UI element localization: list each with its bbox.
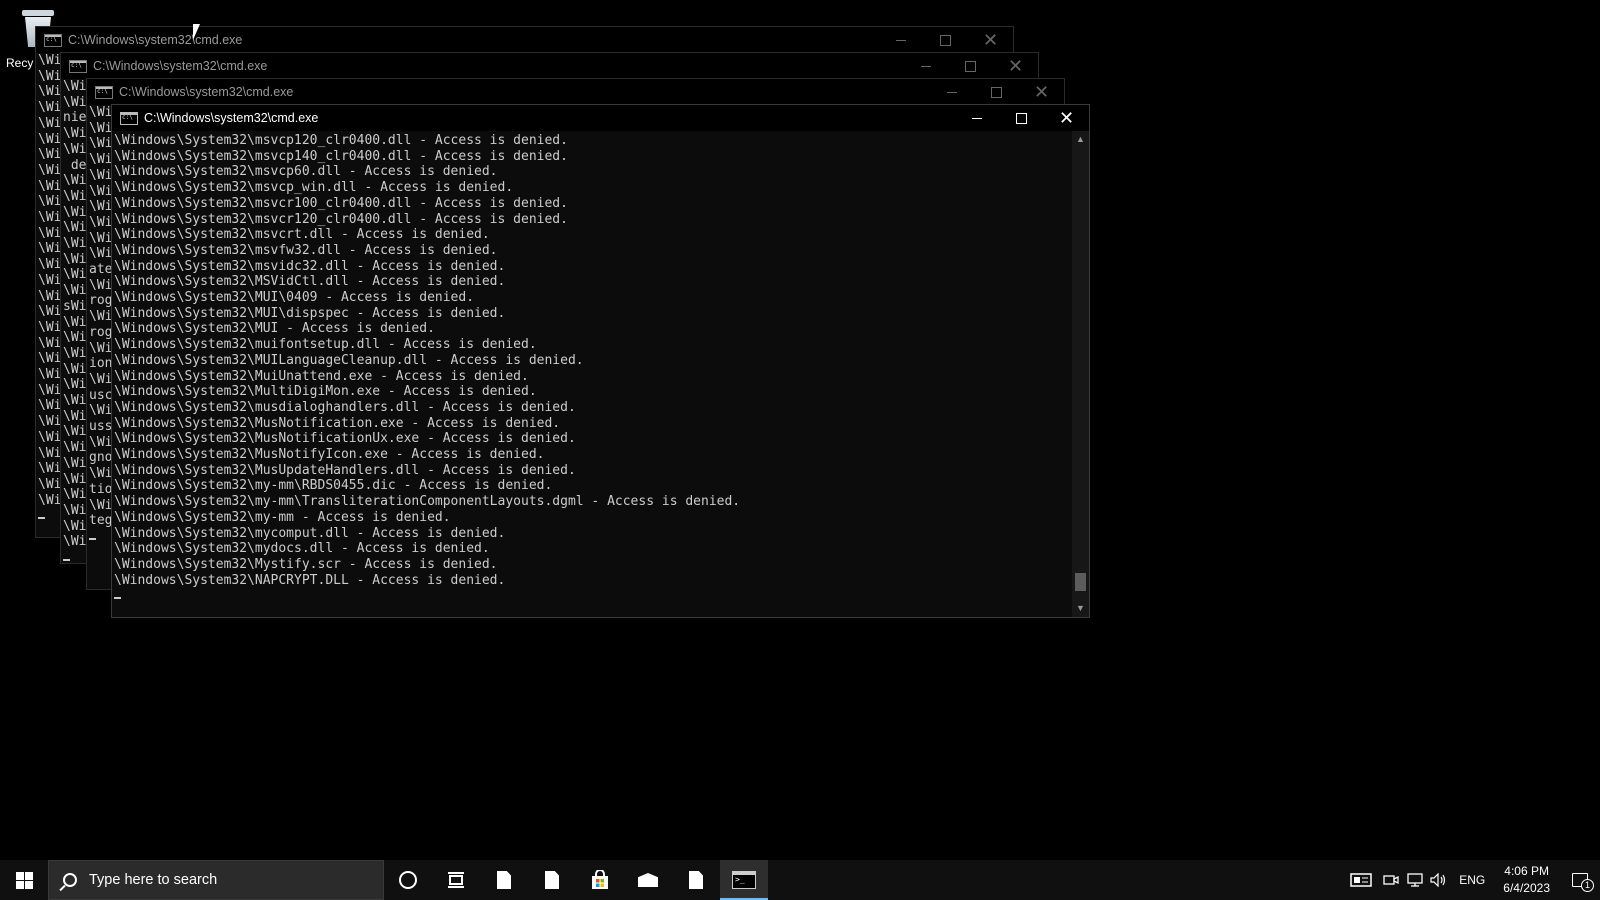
console-line: \Windows\System32\mycomput.dll - Access … xyxy=(114,525,506,541)
maximize-button[interactable] xyxy=(923,27,968,53)
search-icon xyxy=(63,873,77,887)
network-icon xyxy=(1407,873,1423,887)
console-line: \Windows\System32\MuiUnattend.exe - Acce… xyxy=(114,368,529,384)
console-line: \Windows\System32\muifontsetup.dll - Acc… xyxy=(114,337,537,353)
console-line: \Windows\System32\MusUpdateHandlers.dll … xyxy=(114,462,576,478)
console-line: \Windows\System32\my-mm - Access is deni… xyxy=(114,509,451,525)
taskbar-app-mail[interactable] xyxy=(624,860,672,900)
console-line: \Windows\System32\MusNotificationUx.exe … xyxy=(114,431,576,447)
maximize-button[interactable] xyxy=(999,105,1044,131)
mail-icon xyxy=(638,873,658,887)
start-button[interactable] xyxy=(0,860,48,900)
search-placeholder: Type here to search xyxy=(89,872,218,888)
cortana-icon xyxy=(399,871,417,889)
cortana-button[interactable] xyxy=(384,860,432,900)
file-icon xyxy=(689,871,703,889)
console-line: \Windows\System32\MUI\0409 - Access is d… xyxy=(114,290,475,306)
cmd-app-icon xyxy=(95,85,113,99)
console-line: \Windows\System32\msvcp120_clr0400.dll -… xyxy=(114,133,568,148)
title-bar[interactable]: C:\Windows\system32\cmd.exe ✕ xyxy=(87,79,1064,105)
console-line: \Windows\System32\NAPCRYPT.DLL - Access … xyxy=(114,572,506,588)
language-indicator[interactable]: ENG xyxy=(1451,873,1493,887)
system-tray: ENG 4:06 PM 6/4/2023 1 xyxy=(1343,860,1600,900)
console-line: \Windows\System32\MultiDigiMon.exe - Acc… xyxy=(114,384,537,400)
store-icon xyxy=(592,870,608,889)
minimize-button[interactable] xyxy=(954,105,999,131)
volume-button[interactable] xyxy=(1427,860,1451,900)
console-line: \Windows\System32\MUI\dispspec - Access … xyxy=(114,305,506,321)
taskbar-app-file-1[interactable] xyxy=(480,860,528,900)
taskbar-app-cmd[interactable] xyxy=(720,860,768,900)
clock[interactable]: 4:06 PM 6/4/2023 xyxy=(1493,863,1560,897)
task-view-icon xyxy=(448,872,464,888)
console-line: \Windows\System32\musdialoghandlers.dll … xyxy=(114,399,576,415)
title-bar[interactable]: C:\Windows\system32\cmd.exe ✕ xyxy=(36,27,1013,53)
scroll-up-arrow-icon[interactable]: ▲ xyxy=(1072,131,1089,148)
clock-time: 4:06 PM xyxy=(1504,864,1549,878)
mouse-pointer-icon xyxy=(193,24,200,40)
window-title: C:\Windows\system32\cmd.exe xyxy=(68,33,243,47)
console-output[interactable]: \Windows\System32\msvcp120_clr0400.dll -… xyxy=(112,131,1072,617)
console-line: \Windows\System32\mydocs.dll - Access is… xyxy=(114,541,490,557)
console-cursor xyxy=(114,588,1072,604)
taskbar-app-file-3[interactable] xyxy=(672,860,720,900)
title-bar[interactable]: C:\Windows\system32\cmd.exe ✕ xyxy=(112,105,1089,131)
console-line: \Windows\System32\msvcr100_clr0400.dll -… xyxy=(114,195,568,211)
console-line: \Windows\System32\Mystify.scr - Access i… xyxy=(114,556,498,572)
scrollbar-thumb[interactable] xyxy=(1075,573,1086,591)
close-button[interactable]: ✕ xyxy=(968,27,1013,53)
close-button[interactable]: ✕ xyxy=(993,53,1038,79)
window-title: C:\Windows\system32\cmd.exe xyxy=(93,59,268,73)
meet-now-button[interactable] xyxy=(1379,860,1403,900)
console-line: \Windows\System32\my-mm\TransliterationC… xyxy=(114,494,741,510)
taskbar: Type here to search ENG 4:06 PM 6/4/2023 xyxy=(0,860,1600,900)
news-icon xyxy=(1350,873,1373,887)
windows-logo-icon xyxy=(15,871,33,889)
notification-count-badge: 1 xyxy=(1581,879,1594,892)
taskbar-app-store[interactable] xyxy=(576,860,624,900)
file-icon xyxy=(545,871,559,889)
clock-date: 6/4/2023 xyxy=(1503,881,1550,895)
console-line: \Windows\System32\msvfw32.dll - Access i… xyxy=(114,242,498,258)
cmd-app-icon xyxy=(44,33,62,47)
camera-icon xyxy=(1383,875,1399,885)
cmd-app-icon xyxy=(120,111,138,125)
console-line: \Windows\System32\msvcp60.dll - Access i… xyxy=(114,164,498,180)
window-title: C:\Windows\system32\cmd.exe xyxy=(144,111,319,125)
console-line: \Windows\System32\MUI - Access is denied… xyxy=(114,321,435,337)
vertical-scrollbar[interactable]: ▲ ▼ xyxy=(1072,131,1089,617)
minimize-button[interactable] xyxy=(929,79,974,105)
file-icon xyxy=(497,871,511,889)
action-center-button[interactable]: 1 xyxy=(1560,860,1600,900)
close-button[interactable]: ✕ xyxy=(1044,105,1089,131)
console-line: \Windows\System32\msvcrt.dll - Access is… xyxy=(114,227,490,243)
console-line: \Windows\System32\msvidc32.dll - Access … xyxy=(114,258,506,274)
desktop: Recy C:\Windows\system32\cmd.exe ✕ \Wi\W… xyxy=(0,0,1600,860)
volume-icon xyxy=(1430,873,1446,887)
cmd-app-icon xyxy=(69,59,87,73)
console-line: \Windows\System32\msvcp140_clr0400.dll -… xyxy=(114,148,568,164)
console-line: \Windows\System32\MusNotifyIcon.exe - Ac… xyxy=(114,447,545,463)
console-line: \Windows\System32\MusNotification.exe - … xyxy=(114,415,561,431)
cmd-window-active[interactable]: C:\Windows\system32\cmd.exe ✕ \Windows\S… xyxy=(111,104,1090,618)
cmd-icon xyxy=(732,871,756,889)
minimize-button[interactable] xyxy=(878,27,923,53)
scroll-down-arrow-icon[interactable]: ▼ xyxy=(1072,600,1089,617)
task-view-button[interactable] xyxy=(432,860,480,900)
window-title: C:\Windows\system32\cmd.exe xyxy=(119,85,294,99)
console-line: \Windows\System32\MSVidCtl.dll - Access … xyxy=(114,274,506,290)
taskbar-app-file-2[interactable] xyxy=(528,860,576,900)
console-line: \Windows\System32\MUILanguageCleanup.dll… xyxy=(114,352,584,368)
title-bar[interactable]: C:\Windows\system32\cmd.exe ✕ xyxy=(61,53,1038,79)
maximize-button[interactable] xyxy=(974,79,1019,105)
taskbar-search-box[interactable]: Type here to search xyxy=(48,860,384,900)
network-button[interactable] xyxy=(1403,860,1427,900)
close-button[interactable]: ✕ xyxy=(1019,79,1064,105)
console-line: \Windows\System32\msvcr120_clr0400.dll -… xyxy=(114,211,568,227)
news-widget-button[interactable] xyxy=(1343,860,1379,900)
minimize-button[interactable] xyxy=(903,53,948,79)
maximize-button[interactable] xyxy=(948,53,993,79)
console-line: \Windows\System32\my-mm\RBDS0455.dic - A… xyxy=(114,478,553,494)
console-line: \Windows\System32\msvcp_win.dll - Access… xyxy=(114,180,514,196)
